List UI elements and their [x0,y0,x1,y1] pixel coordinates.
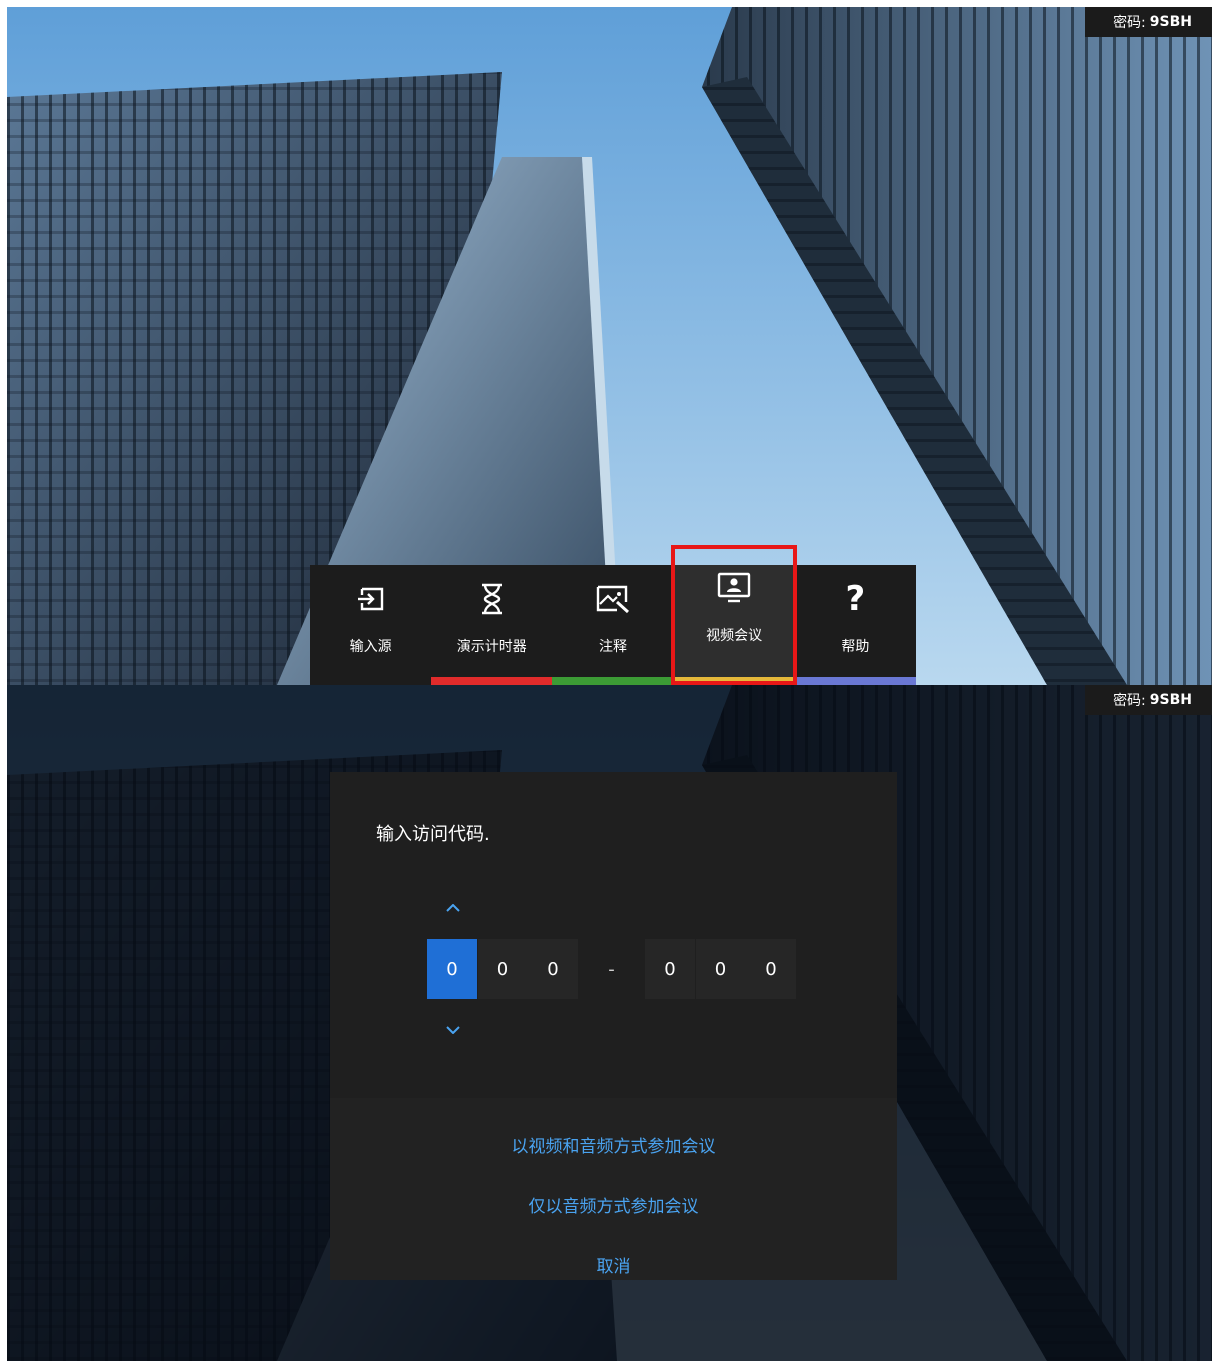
password-code: 9SBH [1149,14,1192,30]
cancel-button[interactable]: 取消 [330,1252,897,1277]
color-bar-yellow [673,677,795,685]
dock-item-input-source[interactable]: 输入源 [310,565,431,685]
join-audio-only-button[interactable]: 仅以音频方式参加会议 [330,1192,897,1217]
dock-item-label: 注释 [598,639,627,655]
code-digit-2[interactable]: 0 [477,939,528,999]
dock-item-label: 演示计时器 [456,639,527,655]
access-code-dialog: 输入访问代码. 0 0 0 - 0 0 0 以视频和音频方式参加会议 仅以音频方… [330,772,897,1280]
password-label: 密码: [1113,693,1146,709]
color-bar-blue [794,677,916,685]
password-badge: 密码: 9SBH [1085,7,1212,37]
video-conference-icon [717,571,751,605]
password-label: 密码: [1113,15,1146,31]
chevron-down-icon[interactable] [438,1022,468,1038]
dock-item-annotate[interactable]: 注释 [552,565,674,685]
dock-item-video-conference[interactable]: 视频会议 [673,565,795,685]
color-bar-red [431,677,553,685]
chevron-up-icon[interactable] [438,900,468,916]
code-digit-3[interactable]: 0 [528,939,578,999]
color-bar-green [552,677,674,685]
annotate-image-icon [595,582,631,616]
join-video-audio-button[interactable]: 以视频和音频方式参加会议 [330,1132,897,1157]
dock-item-help[interactable]: ? 帮助 [794,565,916,685]
help-icon: ? [845,579,866,619]
password-badge: 密码: 9SBH [1085,685,1212,715]
dock-item-label: 视频会议 [706,628,763,644]
password-code: 9SBH [1149,692,1192,708]
code-digit-5[interactable]: 0 [695,939,746,999]
input-source-icon [356,582,386,616]
home-screen: 密码: 9SBH 输入源 演示计时器 注释 视频会议 ? 帮助 [7,7,1212,685]
hourglass-icon [479,582,505,616]
code-digit-6[interactable]: 0 [746,939,796,999]
dock-item-label: 帮助 [841,639,870,655]
access-code-input: 0 0 0 - 0 0 0 [427,938,796,1000]
code-digit-4[interactable]: 0 [645,939,695,999]
code-digit-1[interactable]: 0 [427,939,477,999]
code-separator: - [608,958,615,980]
dock-menu: 输入源 演示计时器 注释 视频会议 ? 帮助 [310,565,916,685]
dock-item-label: 输入源 [349,639,392,655]
dialog-title: 输入访问代码. [376,824,490,845]
access-code-screen: 密码: 9SBH 输入访问代码. 0 0 0 - 0 0 0 以视频和音频方式参… [7,685,1212,1361]
dock-item-presentation-timer[interactable]: 演示计时器 [431,565,553,685]
